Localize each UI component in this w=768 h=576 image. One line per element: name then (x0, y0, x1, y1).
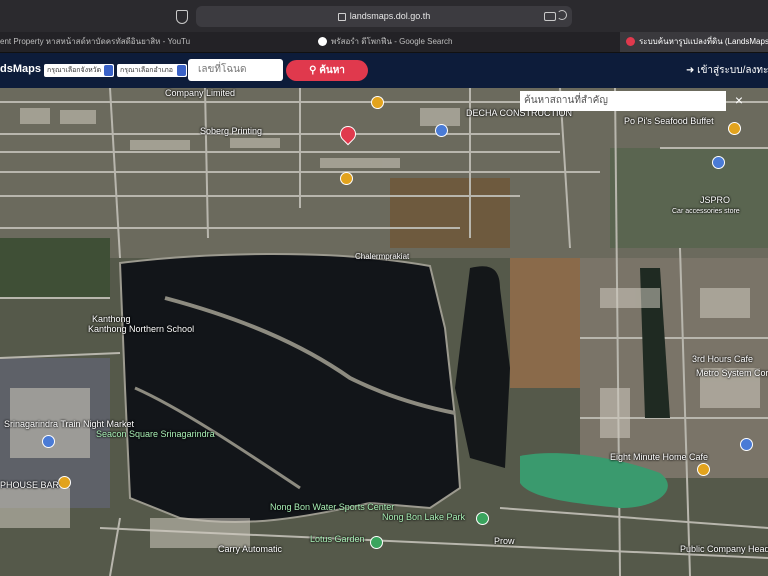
map-label: Kanthong (92, 314, 131, 324)
close-icon[interactable]: × (731, 92, 747, 108)
district-select-value: กรุณาเลือกอำเภอ (120, 67, 173, 74)
map-label: JSPRO (700, 195, 731, 205)
tab-label: พรัสอรำ ดีโพกฟีน - Google Search (331, 37, 453, 46)
tab-landsmaps[interactable]: ระบบค้นหารูปแปลงที่ดิน (LandsMaps) (620, 32, 768, 52)
tab-youtube[interactable]: ent Property หาสหน้าสด์หาบัดครทัสดีอินยา… (0, 32, 190, 52)
browser-toolbar: landsmaps.dol.go.th (0, 0, 768, 32)
reload-icon[interactable] (557, 10, 567, 20)
tab-label: ent Property หาสหน้าสด์หาบัดครทัสดีอินยา… (0, 37, 190, 46)
login-icon: ➜ (686, 65, 698, 76)
map-pin-icon (626, 37, 635, 47)
restaurant-pin-icon[interactable] (728, 122, 741, 135)
landsmaps-header: dsMaps กรุณาเลือกจังหวัด กรุณาเลือกอำเภอ… (0, 53, 768, 88)
map-label: Company Limited (165, 88, 236, 98)
parcel-number-input[interactable]: เลขที่โฉนด (188, 59, 283, 81)
restaurant-pin-icon[interactable] (371, 96, 384, 109)
restaurant-pin-icon[interactable] (697, 463, 710, 476)
shield-icon[interactable] (176, 10, 188, 24)
search-button[interactable]: ⚲ ค้นหา (286, 60, 368, 81)
map-label: Prow (494, 536, 515, 546)
tab-label: ระบบค้นหารูปแปลงที่ดิน (LandsMaps) (639, 37, 768, 46)
map-label: Metro System Corporation (696, 368, 768, 378)
satellite-map[interactable]: Company Limited Soberg Printing DECHA CO… (0, 88, 768, 576)
map-label: Po Pi's Seafood Buffet (624, 116, 714, 126)
map-label: Carry Automatic (218, 544, 283, 554)
reader-icon[interactable] (544, 12, 556, 21)
search-button-label: ค้นหา (319, 65, 345, 76)
province-select-value: กรุณาเลือกจังหวัด (47, 67, 102, 74)
login-label: เข้าสู่ระบบ/ลงทะเบียน (697, 65, 768, 76)
chevron-down-icon (177, 65, 186, 76)
map-label: Nong Bon Water Sports Center (270, 502, 395, 512)
tab-google-search[interactable]: พรัสอรำ ดีโพกฟีน - Google Search (318, 32, 534, 52)
poi-pin-icon[interactable] (740, 438, 753, 451)
restaurant-pin-icon[interactable] (58, 476, 71, 489)
login-link[interactable]: ➜ เข้าสู่ระบบ/ลงทะเบียน (686, 63, 768, 78)
shopping-pin-icon[interactable] (42, 435, 55, 448)
map-label: Public Company Head Office (680, 544, 768, 554)
landmark-search-input[interactable]: ค้นหาสถานที่สำคัญ (520, 91, 726, 111)
address-bar[interactable]: landsmaps.dol.go.th (196, 6, 572, 27)
url-text: landsmaps.dol.go.th (349, 11, 431, 21)
google-icon (318, 37, 327, 47)
map-label: Seacon Square Srinagarindra (96, 429, 215, 439)
map-label: Nong Bon Lake Park (382, 512, 466, 522)
map-label: Soberg Printing (200, 126, 263, 136)
restaurant-pin-icon[interactable] (340, 172, 353, 185)
map-label: Srinagarindra Train Night Market (4, 419, 135, 429)
park-pin-icon[interactable] (476, 512, 489, 525)
brand-logo[interactable]: dsMaps (0, 63, 41, 75)
map-label: 3rd Hours Cafe (692, 354, 754, 364)
poi-pin-icon[interactable] (435, 124, 448, 137)
map-label: PHOUSE BAR (0, 480, 60, 490)
search-icon: ⚲ (309, 65, 320, 76)
map-label: Kanthong Northern School (88, 324, 195, 334)
province-select[interactable]: กรุณาเลือกจังหวัด (44, 64, 114, 77)
poi-pin-icon[interactable] (712, 156, 725, 169)
chevron-down-icon (104, 65, 113, 76)
map-label: Car accessories store (672, 208, 740, 215)
map-label: Chalermprakiat (355, 252, 410, 261)
lock-icon (337, 12, 346, 21)
district-select[interactable]: กรุณาเลือกอำเภอ (117, 64, 187, 77)
map-label: Eight Minute Home Cafe (610, 452, 709, 462)
map-label: Lotus Garden (310, 534, 365, 544)
tab-bar: ent Property หาสหน้าสด์หาบัดครทัสดีอินยา… (0, 32, 768, 53)
park-pin-icon[interactable] (370, 536, 383, 549)
